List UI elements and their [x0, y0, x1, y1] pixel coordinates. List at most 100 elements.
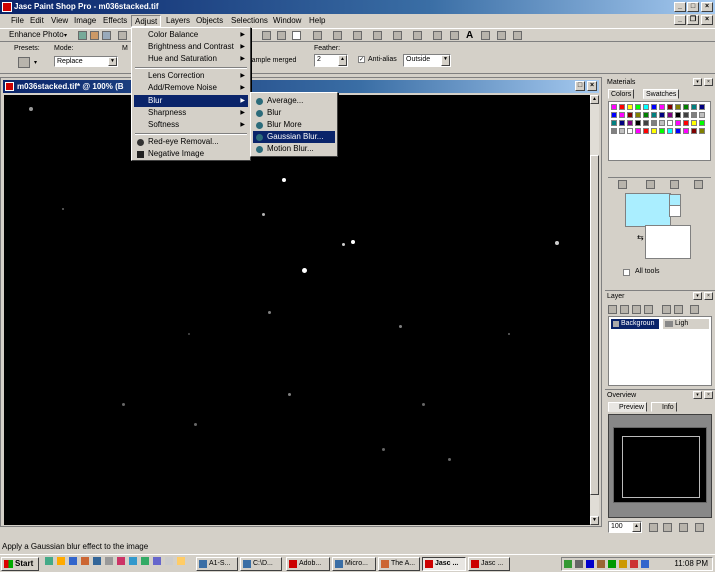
task-button-active[interactable]: Jasc ...	[422, 557, 466, 571]
layer-row-background[interactable]: Backgroun	[611, 319, 659, 329]
text-tool-icon[interactable]: A	[466, 30, 473, 41]
presets-icon[interactable]	[18, 57, 30, 68]
color-swatch[interactable]	[675, 112, 681, 118]
visibility-icon[interactable]	[665, 321, 673, 327]
quick-launch-icon[interactable]	[81, 557, 89, 565]
color-swatch[interactable]	[619, 120, 625, 126]
quick-launch-icon[interactable]	[117, 557, 125, 565]
menu-edit[interactable]: Edit	[27, 15, 47, 27]
swatch-new-icon[interactable]	[646, 180, 655, 189]
blur-average[interactable]: Average...	[253, 95, 335, 107]
shape-tool-icon[interactable]	[481, 31, 490, 40]
layer-icon[interactable]	[620, 305, 629, 314]
quick-launch-icon[interactable]	[45, 557, 53, 565]
quick-launch-icon[interactable]	[153, 557, 161, 565]
presets-dropdown-icon[interactable]: ▾	[34, 59, 37, 66]
overview-thumbnail[interactable]	[613, 427, 707, 503]
maximize-button[interactable]: □	[687, 2, 699, 12]
selection-tool-icon[interactable]	[292, 31, 301, 40]
scroll-thumb[interactable]	[590, 155, 599, 495]
quick-launch-icon[interactable]	[165, 557, 173, 565]
all-tools-checkbox[interactable]	[623, 269, 630, 276]
enhance-photo-button[interactable]: Enhance Photo	[6, 29, 67, 41]
color-swatch[interactable]	[611, 104, 617, 110]
delete-layer-icon[interactable]	[674, 305, 683, 314]
one-step-fix-icon[interactable]	[78, 31, 87, 40]
color-swatch[interactable]	[619, 112, 625, 118]
doc-minimize-button[interactable]: _	[674, 15, 686, 25]
overview-preview[interactable]	[608, 414, 712, 518]
panel-menu-icon[interactable]: ▾	[693, 292, 702, 300]
menu-window[interactable]: Window	[270, 15, 304, 27]
document-close-button[interactable]: ×	[587, 81, 597, 91]
layer-list[interactable]: Backgroun Ligh	[608, 316, 712, 386]
layer-icon[interactable]	[644, 305, 653, 314]
tray-icon[interactable]	[575, 560, 583, 568]
quick-launch-icon[interactable]	[105, 557, 113, 565]
panel-menu-icon[interactable]: ▾	[693, 391, 702, 399]
background-color-swatch[interactable]	[645, 225, 691, 259]
draw-tool-icon[interactable]	[497, 31, 506, 40]
minimize-button[interactable]: _	[674, 2, 686, 12]
color-fix-icon[interactable]	[90, 31, 99, 40]
color-swatch[interactable]	[619, 104, 625, 110]
menu-layers[interactable]: Layers	[163, 15, 193, 27]
color-swatch[interactable]	[667, 104, 673, 110]
move-icon[interactable]	[277, 31, 286, 40]
color-swatch[interactable]	[627, 112, 633, 118]
panel-close-icon[interactable]: ×	[704, 78, 713, 86]
color-swatch[interactable]	[667, 120, 673, 126]
color-swatch[interactable]	[659, 120, 665, 126]
color-swatch[interactable]	[699, 104, 705, 110]
zoom-out-icon[interactable]	[663, 523, 672, 532]
anti-alias-dropdown-icon[interactable]: ▼	[441, 55, 450, 66]
task-button[interactable]: C:\D...	[240, 557, 282, 571]
document-vertical-scrollbar[interactable]: ▲ ▼	[590, 95, 599, 525]
color-swatch[interactable]	[699, 120, 705, 126]
adjust-negative-image[interactable]: Negative Image	[134, 148, 248, 160]
color-swatch[interactable]	[643, 112, 649, 118]
tab-swatches[interactable]: Swatches	[643, 89, 680, 99]
color-swatch[interactable]	[611, 120, 617, 126]
blur-blur[interactable]: Blur	[253, 107, 335, 119]
feather-input[interactable]: 2 ▲	[314, 54, 348, 67]
doc-close-button[interactable]: ×	[701, 15, 713, 25]
quick-launch-icon[interactable]	[93, 557, 101, 565]
close-button[interactable]: ×	[701, 2, 713, 12]
menu-image[interactable]: Image	[71, 15, 99, 27]
panel-close-icon[interactable]: ×	[704, 292, 713, 300]
tray-icon[interactable]	[630, 560, 638, 568]
tray-icon[interactable]	[608, 560, 616, 568]
tab-info[interactable]: Info	[651, 402, 677, 412]
menu-effects[interactable]: Effects	[100, 15, 130, 27]
task-button[interactable]: The A...	[378, 557, 420, 571]
task-button[interactable]: Jasc ...	[468, 557, 510, 571]
fit-window-icon[interactable]	[679, 523, 688, 532]
color-swatch[interactable]	[683, 128, 689, 134]
noise-fix-icon[interactable]	[102, 31, 111, 40]
color-swatch[interactable]	[667, 128, 673, 134]
menu-selections[interactable]: Selections	[228, 15, 271, 27]
quick-launch-icon[interactable]	[129, 557, 137, 565]
menu-objects[interactable]: Objects	[193, 15, 226, 27]
blur-gaussian[interactable]: Gaussian Blur...	[253, 131, 335, 143]
background-small-swatch[interactable]	[669, 205, 681, 217]
color-swatch[interactable]	[651, 112, 657, 118]
color-swatch[interactable]	[691, 112, 697, 118]
freehand-select-icon[interactable]	[313, 31, 322, 40]
fill-icon[interactable]	[433, 31, 442, 40]
color-swatch[interactable]	[691, 120, 697, 126]
color-swatch[interactable]	[691, 128, 697, 134]
color-swatch[interactable]	[675, 128, 681, 134]
color-swatch[interactable]	[667, 112, 673, 118]
color-swatch[interactable]	[683, 104, 689, 110]
dropper-icon[interactable]	[333, 31, 342, 40]
adjust-lens-correction[interactable]: Lens Correction ▶	[134, 70, 248, 82]
tray-icon[interactable]	[619, 560, 627, 568]
task-button[interactable]: Adob...	[286, 557, 330, 571]
adjust-color-balance[interactable]: Color Balance ▶	[134, 29, 248, 41]
zoom-in-icon[interactable]	[649, 523, 658, 532]
scroll-up-icon[interactable]: ▲	[590, 95, 599, 104]
document-icon[interactable]	[5, 82, 14, 91]
layer-row-info[interactable]: Ligh	[663, 319, 709, 329]
